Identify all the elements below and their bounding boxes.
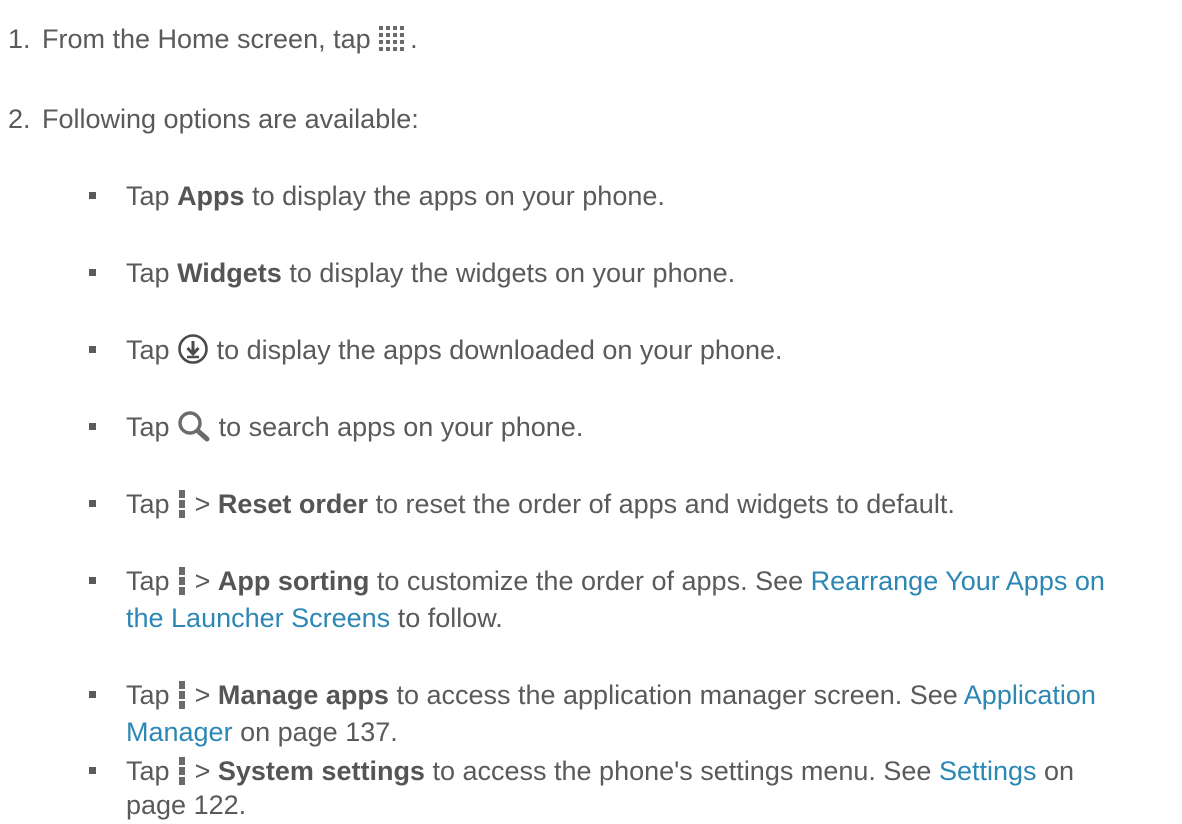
step-text: From the Home screen, tap xyxy=(42,24,371,54)
bullet-marker xyxy=(89,423,96,430)
link-settings[interactable]: Settings xyxy=(939,756,1037,786)
option-manage-apps: Manage apps xyxy=(217,680,389,710)
menu-icon xyxy=(177,756,187,786)
link-rearrange-apps[interactable]: Rearrange Your Apps on xyxy=(811,566,1105,596)
menu-icon xyxy=(177,566,187,596)
bullet-marker xyxy=(89,346,96,353)
search-icon xyxy=(177,410,211,442)
menu-icon xyxy=(177,489,187,519)
option-app-sorting: App sorting xyxy=(217,566,370,596)
step-text: Following options are available: xyxy=(42,104,419,134)
bullet-marker xyxy=(89,269,96,276)
bullet-marker xyxy=(89,192,96,199)
bullet-marker xyxy=(89,500,96,507)
list-item-continuation: Manager on page 137. xyxy=(126,717,398,747)
list-item-continuation: page 122. xyxy=(126,790,247,820)
list-item-continuation: the Launcher Screens to follow. xyxy=(126,603,503,633)
apps-grid-icon xyxy=(378,25,410,51)
bullet-marker xyxy=(89,577,96,584)
bullet-marker xyxy=(89,767,96,774)
bullet-marker xyxy=(89,691,96,698)
option-system-settings: System settings xyxy=(217,756,425,786)
link-application-manager[interactable]: Application xyxy=(964,680,1096,710)
link-rearrange-apps-cont[interactable]: the Launcher Screens xyxy=(126,603,390,633)
option-widgets: Widgets xyxy=(177,258,282,288)
option-apps: Apps xyxy=(177,181,245,211)
link-application-manager-cont[interactable]: Manager xyxy=(126,717,233,747)
menu-icon xyxy=(177,680,187,710)
option-reset-order: Reset order xyxy=(217,489,368,519)
download-circle-icon xyxy=(177,333,209,365)
